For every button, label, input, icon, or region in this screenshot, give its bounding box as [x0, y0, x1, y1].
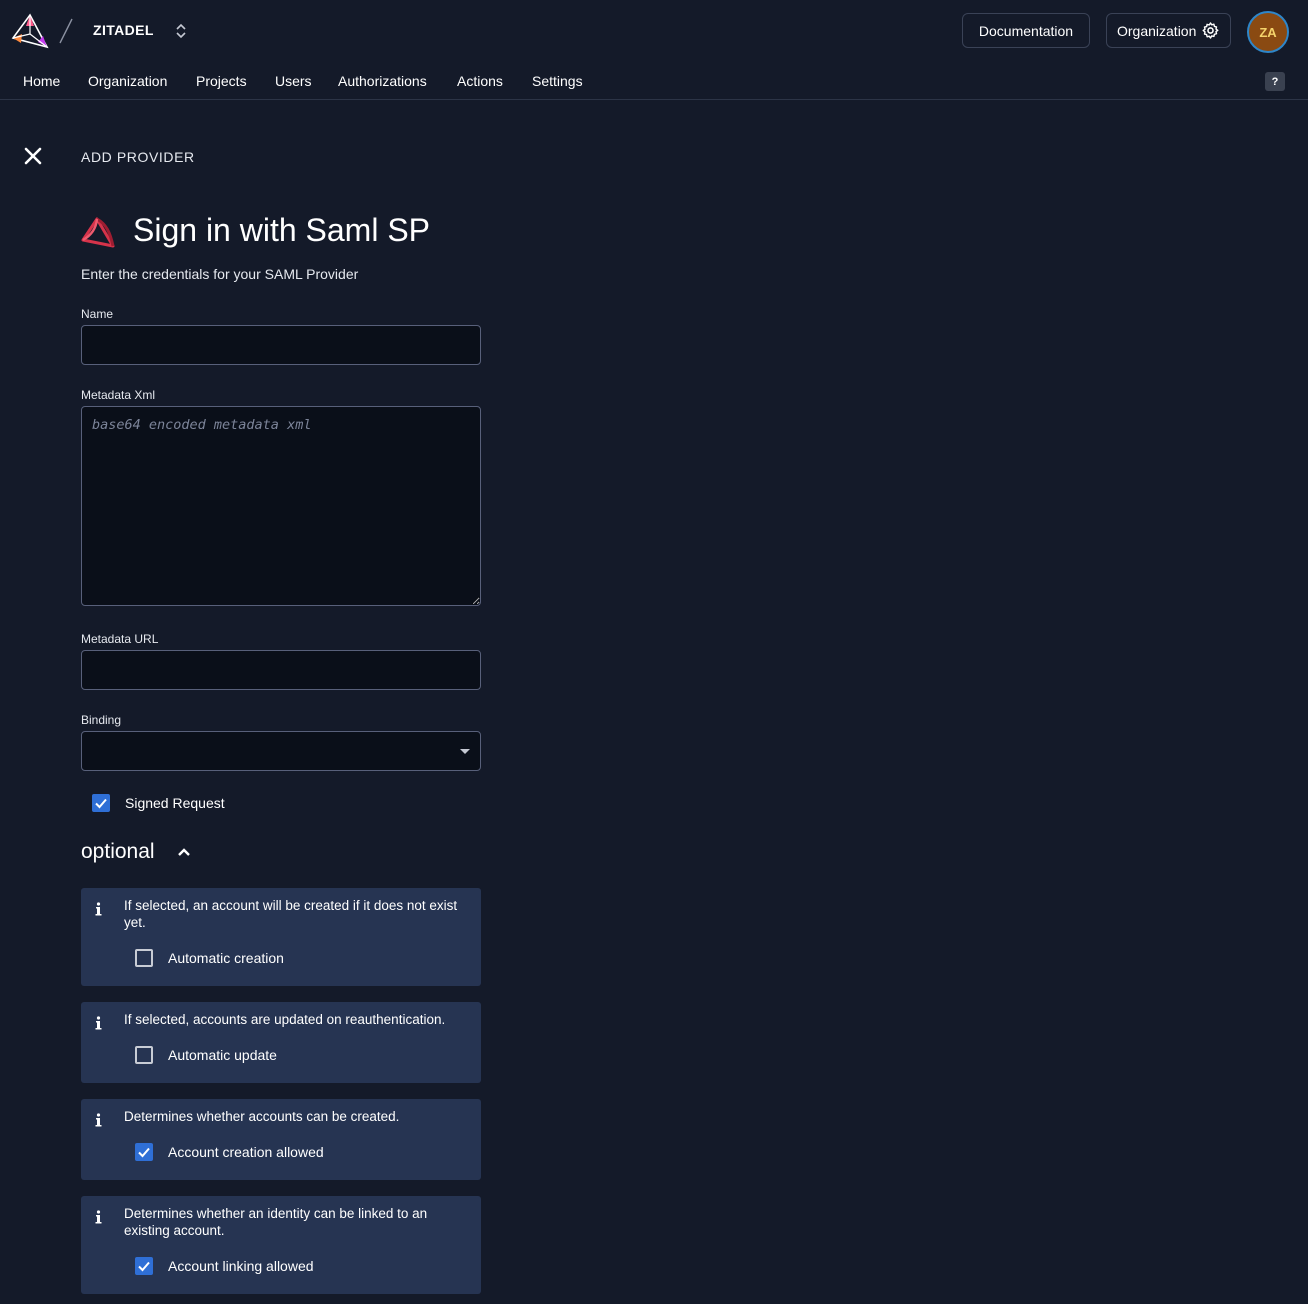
account-creation-card: Determines whether accounts can be creat…	[81, 1099, 481, 1180]
checkmark-icon	[95, 798, 107, 809]
chevron-up-icon[interactable]	[176, 844, 192, 860]
page-title: Sign in with Saml SP	[133, 212, 431, 248]
info-icon	[95, 1210, 102, 1224]
nav-item-organization[interactable]: Organization	[88, 73, 167, 89]
add-provider-heading: ADD PROVIDER	[81, 149, 195, 165]
main-nav: Home Organization Projects Users Authori…	[0, 62, 1308, 100]
nav-item-settings[interactable]: Settings	[532, 73, 583, 89]
nav-item-authorizations[interactable]: Authorizations	[338, 73, 427, 89]
organization-button-label: Organization	[1117, 22, 1197, 39]
account-creation-label[interactable]: Account creation allowed	[168, 1144, 324, 1160]
metadata-xml-textarea[interactable]	[81, 406, 481, 606]
account-linking-card: Determines whether an identity can be li…	[81, 1196, 481, 1294]
help-button[interactable]: ?	[1265, 72, 1285, 91]
nav-item-home[interactable]: Home	[23, 73, 60, 89]
binding-select[interactable]	[81, 731, 481, 771]
checkmark-icon	[138, 1147, 150, 1158]
metadata-url-input[interactable]	[81, 650, 481, 690]
account-linking-checkbox[interactable]	[135, 1257, 153, 1275]
org-name[interactable]: ZITADEL	[93, 22, 154, 38]
documentation-button-label: Documentation	[978, 22, 1074, 39]
automatic-update-checkbox[interactable]	[135, 1046, 153, 1064]
automatic-update-card: If selected, accounts are updated on rea…	[81, 1002, 481, 1083]
info-icon	[95, 902, 102, 916]
account-linking-label[interactable]: Account linking allowed	[168, 1258, 314, 1274]
info-icon	[95, 1016, 102, 1030]
account-linking-info: Determines whether an identity can be li…	[124, 1206, 428, 1238]
automatic-creation-card: If selected, an account will be created …	[81, 888, 481, 986]
automatic-creation-label[interactable]: Automatic creation	[168, 950, 284, 966]
metadata-url-label: Metadata URL	[81, 632, 159, 646]
breadcrumb-separator-icon	[59, 18, 73, 44]
account-creation-checkbox[interactable]	[135, 1143, 153, 1161]
organization-settings-button[interactable]: Organization	[1106, 13, 1231, 48]
org-switch-chevrons-icon[interactable]	[173, 21, 189, 41]
automatic-update-label[interactable]: Automatic update	[168, 1047, 277, 1063]
automatic-creation-info: If selected, an account will be created …	[124, 898, 458, 930]
zitadel-logo-icon[interactable]	[10, 12, 50, 52]
nav-item-users[interactable]: Users	[275, 73, 312, 89]
automatic-update-info: If selected, accounts are updated on rea…	[124, 1012, 446, 1027]
page-subtitle: Enter the credentials for your SAML Prov…	[81, 266, 359, 282]
binding-label: Binding	[81, 713, 122, 727]
account-creation-info: Determines whether accounts can be creat…	[124, 1109, 400, 1124]
user-avatar[interactable]: ZA	[1247, 11, 1289, 53]
signed-request-checkbox[interactable]	[92, 794, 110, 812]
name-input[interactable]	[81, 325, 481, 365]
close-icon[interactable]	[22, 145, 44, 167]
nav-item-actions[interactable]: Actions	[457, 73, 503, 89]
nav-item-projects[interactable]: Projects	[196, 73, 247, 89]
top-bar: ZITADEL Documentation Organization ZA	[0, 0, 1308, 62]
automatic-creation-checkbox[interactable]	[135, 949, 153, 967]
checkmark-icon	[138, 1261, 150, 1272]
signed-request-label[interactable]: Signed Request	[125, 795, 225, 811]
name-label: Name	[81, 307, 114, 321]
optional-section-title[interactable]: optional	[81, 840, 155, 864]
info-icon	[95, 1113, 102, 1127]
dropdown-arrow-icon	[460, 749, 470, 754]
saml-provider-icon	[81, 217, 115, 248]
documentation-button[interactable]: Documentation	[962, 13, 1090, 48]
metadata-xml-label: Metadata Xml	[81, 388, 156, 402]
gear-icon	[1202, 22, 1219, 39]
